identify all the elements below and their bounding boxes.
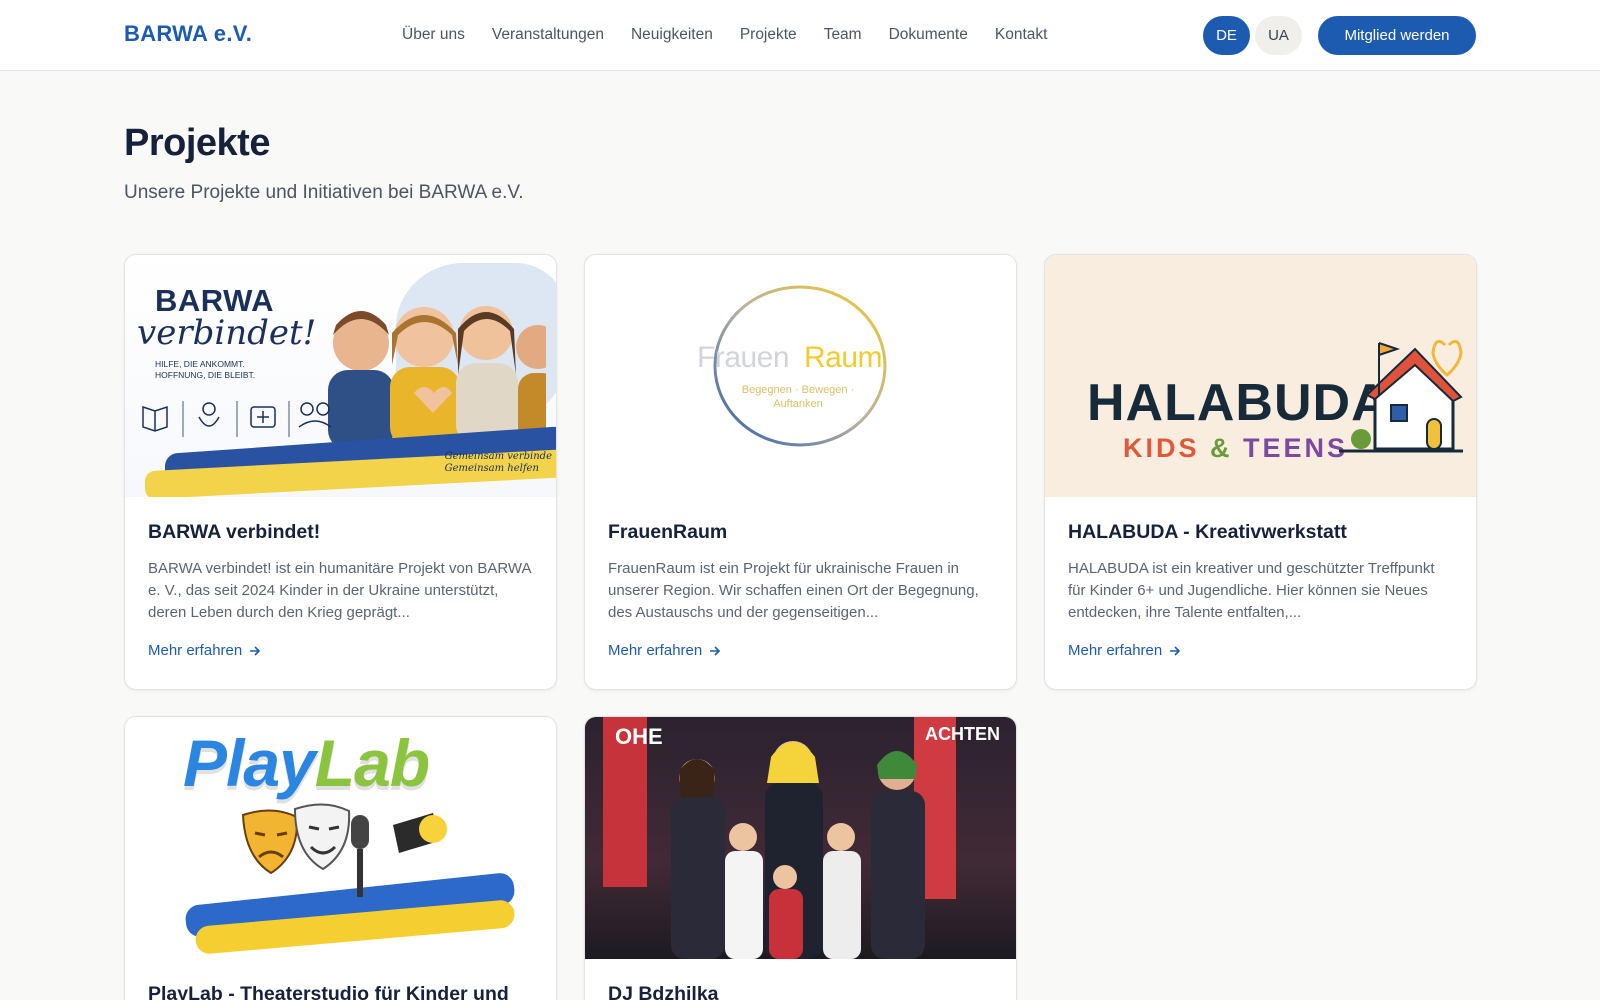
- card-title: DJ Bdzhilka: [608, 983, 719, 1000]
- nav-item-ueber-uns[interactable]: Über uns: [402, 25, 465, 45]
- arrow-right-icon: [1170, 645, 1181, 656]
- project-card-barwa-verbindet[interactable]: BARWA verbindet! HILFE, DIE ANKOMMT. HOF…: [124, 254, 557, 690]
- card-title: BARWA verbindet!: [148, 521, 321, 543]
- gemeinsam-tagline: Gemeinsam verbinde Gemeinsam helfen: [444, 451, 552, 474]
- nav-item-veranstaltungen[interactable]: Veranstaltungen: [492, 25, 604, 45]
- people-photo-illustration: [671, 741, 925, 959]
- card-title: PlayLab - Theaterstudio für Kinder und: [148, 983, 509, 1000]
- project-card-dj-bdzhilka[interactable]: OHE ACHTEN DJ Bdzhilka: [584, 716, 1017, 1000]
- arrow-right-icon: [710, 645, 721, 656]
- house-icon: [1339, 339, 1463, 453]
- card-description: HALABUDA ist ein kreativer und geschützt…: [1068, 560, 1435, 621]
- nav-item-projekte[interactable]: Projekte: [740, 25, 797, 45]
- brand-logo[interactable]: BARWA e.V.: [124, 21, 252, 47]
- verbindet-script-text: verbindet!: [137, 313, 317, 353]
- barwa-tagline: HILFE, DIE ANKOMMT. HOFFNUNG, DIE BLEIBT…: [155, 359, 256, 380]
- barwa-verbindet-image: BARWA verbindet! HILFE, DIE ANKOMMT. HOF…: [125, 255, 556, 497]
- service-icons: [142, 401, 332, 437]
- nav-item-neuigkeiten[interactable]: Neuigkeiten: [631, 25, 713, 45]
- project-card-frauenraum[interactable]: Frauen Raum Begegnen · Bewegen · Auftank…: [584, 254, 1017, 690]
- card-title: HALABUDA - Kreativwerkstatt: [1068, 521, 1347, 543]
- arrow-right-icon: [250, 645, 261, 656]
- join-member-button[interactable]: Mitglied werden: [1318, 16, 1476, 55]
- lang-ua-button[interactable]: UA: [1255, 16, 1302, 55]
- card-title: FrauenRaum: [608, 521, 728, 543]
- card-description: FrauenRaum ist ein Projekt für ukrainisc…: [608, 560, 979, 621]
- mehr-erfahren-link[interactable]: Mehr erfahren: [1068, 642, 1182, 659]
- lang-de-button[interactable]: DE: [1203, 16, 1250, 55]
- playlab-logo-image: PlayLab: [125, 717, 556, 959]
- mehr-erfahren-link[interactable]: Mehr erfahren: [148, 642, 262, 659]
- site-header: BARWA e.V. Über uns Veranstaltungen Neui…: [0, 0, 1600, 71]
- project-card-playlab[interactable]: PlayLab PlayLab - Theaterstudio für Kind…: [124, 716, 557, 1000]
- page-subtitle: Unsere Projekte und Initiativen bei BARW…: [124, 182, 524, 203]
- nav-item-dokumente[interactable]: Dokumente: [889, 25, 968, 45]
- mehr-erfahren-link[interactable]: Mehr erfahren: [608, 642, 722, 659]
- project-card-halabuda[interactable]: HALABUDA KIDS & TEENS HALABUDA - Kreativ…: [1044, 254, 1477, 690]
- frauenraum-logo-image: Frauen Raum Begegnen · Bewegen · Auftank…: [585, 255, 1016, 497]
- main-nav: Über uns Veranstaltungen Neuigkeiten Pro…: [402, 25, 1074, 45]
- card-description: BARWA verbindet! ist ein humanitäre Proj…: [148, 560, 531, 621]
- theatre-masks-icon: [241, 803, 447, 897]
- halabuda-logo-image: HALABUDA KIDS & TEENS: [1045, 255, 1476, 497]
- nav-item-kontakt[interactable]: Kontakt: [995, 25, 1048, 45]
- page-title: Projekte: [124, 122, 270, 164]
- dj-bdzhilka-photo: OHE ACHTEN: [585, 717, 1016, 959]
- nav-item-team[interactable]: Team: [824, 25, 862, 45]
